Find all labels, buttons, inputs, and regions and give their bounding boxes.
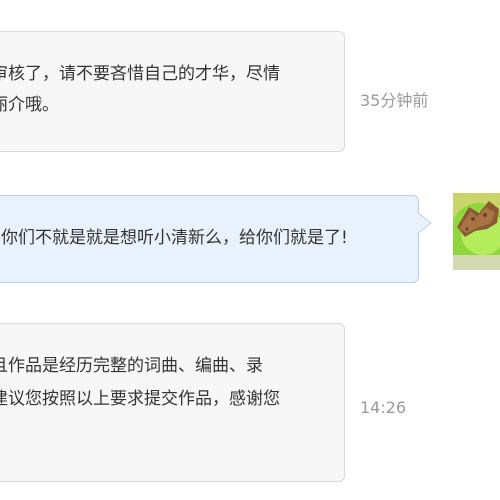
food-photo-avatar[interactable]	[453, 193, 500, 270]
chat-conversation: 审核了，请不要吝惜自己的才华，尽情 丽介哦。 35分钟前 你们不就是就是想听小清…	[0, 0, 500, 500]
bubble-tail	[417, 212, 432, 234]
message-text-line: 且作品是经历完整的词曲、编曲、录	[0, 356, 263, 376]
message-timestamp: 14:26	[360, 398, 407, 417]
message-text-line: 建议您按照以上要求提交作品，感谢您	[0, 389, 280, 409]
message-bubble-incoming: 审核了，请不要吝惜自己的才华，尽情 丽介哦。	[0, 31, 345, 152]
message-text-line: 丽介哦。	[0, 95, 59, 115]
message-text-line: 审核了，请不要吝惜自己的才华，尽情	[0, 64, 280, 84]
message-bubble-incoming: 且作品是经历完整的词曲、编曲、录 建议您按照以上要求提交作品，感谢您	[0, 323, 345, 482]
message-text-line: 你们不就是就是想听小清新么，给你们就是了!	[1, 228, 348, 248]
message-bubble-outgoing: 你们不就是就是想听小清新么，给你们就是了!	[0, 195, 419, 283]
avatar-image	[453, 193, 500, 270]
message-timestamp: 35分钟前	[360, 91, 429, 110]
